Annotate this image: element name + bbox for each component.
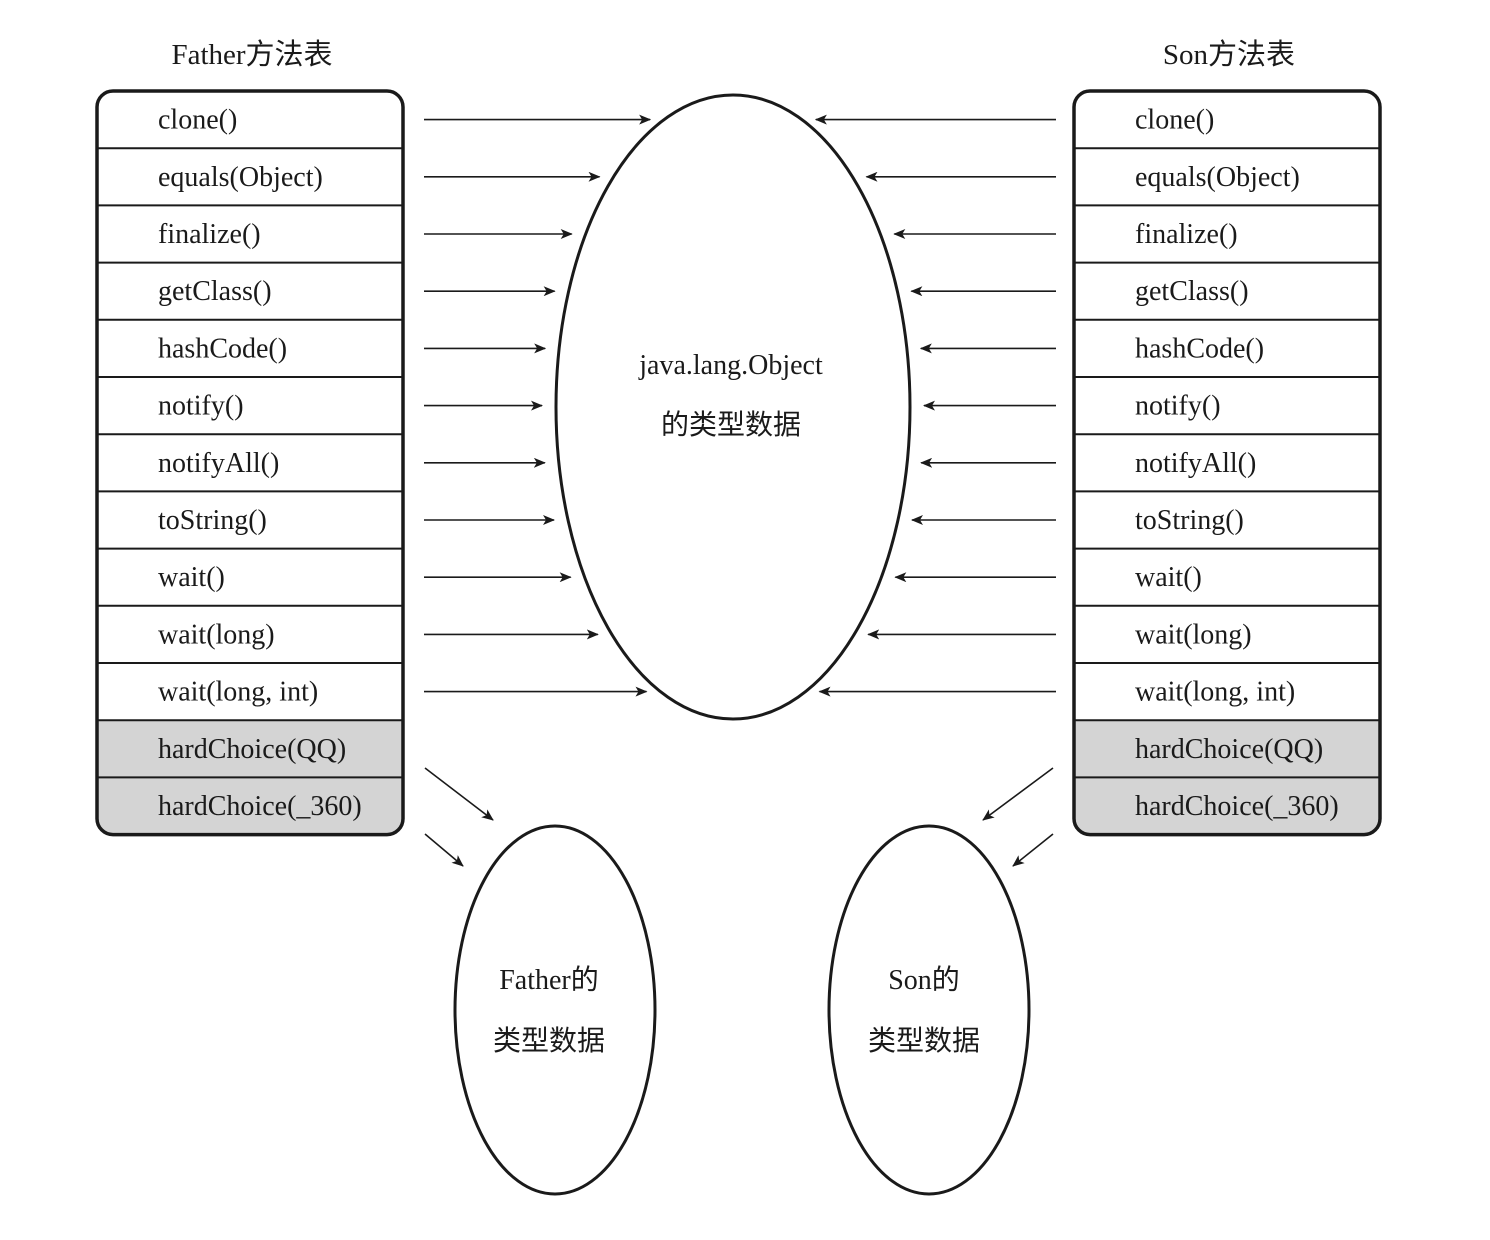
father-to-object-arrows xyxy=(424,114,652,697)
father-method-table: clone() equals(Object) finalize() getClass(… xyxy=(95,89,405,837)
son-hardchoice-qq-arrow xyxy=(982,767,1054,821)
diagram-canvas: Father方法表 Son方法表 clone() equals(Object) fi… xyxy=(0,0,1490,1240)
father-hardchoice-360-arrow xyxy=(424,833,464,867)
son-hardchoice-360-arrow xyxy=(1012,833,1054,867)
father-table-title: Father方法表 xyxy=(171,38,332,71)
son-table-row-label: equals(Object) xyxy=(1135,162,1300,193)
father-table-row-label: getClass() xyxy=(158,276,272,307)
object-node-line2: 的类型数据 xyxy=(661,409,801,441)
father-node-line2: 类型数据 xyxy=(493,1025,605,1057)
object-node-line1: java.lang.Object xyxy=(638,350,823,381)
son-table-row-label: hardChoice(_360) xyxy=(1135,791,1339,822)
father-table-row-label: wait(long, int) xyxy=(158,677,318,708)
son-table-row-label: notify() xyxy=(1135,391,1221,422)
method-table-diagram: Father方法表 Son方法表 clone() equals(Object) fi… xyxy=(95,38,1382,1196)
son-table-row-label: getClass() xyxy=(1135,276,1249,307)
son-table-row-label: wait(long, int) xyxy=(1135,677,1295,708)
father-table-row-label: notifyAll() xyxy=(158,448,279,479)
son-table-row-label: wait(long) xyxy=(1135,619,1252,650)
father-table-row-label: hardChoice(_360) xyxy=(158,791,362,822)
father-table-row-label: wait(long) xyxy=(158,619,275,650)
father-type-data-ellipse xyxy=(453,824,657,1196)
son-table-row-label: toString() xyxy=(1135,505,1244,536)
father-table-row-label: notify() xyxy=(158,391,244,422)
son-table-title: Son方法表 xyxy=(1163,38,1295,71)
son-type-data-ellipse xyxy=(827,824,1031,1196)
son-table-row-label: hashCode() xyxy=(1135,333,1264,364)
son-table-row-label: hardChoice(QQ) xyxy=(1135,734,1323,765)
father-table-row-label: finalize() xyxy=(158,219,261,250)
son-table-row-label: wait() xyxy=(1135,562,1202,593)
son-table-row-label: clone() xyxy=(1135,105,1214,136)
father-hardchoice-qq-arrow xyxy=(424,767,494,821)
father-table-row-label: equals(Object) xyxy=(158,162,323,193)
son-to-object-arrows xyxy=(814,114,1056,697)
father-node-line1: Father的 xyxy=(499,964,599,996)
son-method-table: clone() equals(Object) finalize() getClass(… xyxy=(1072,89,1382,837)
son-node-line2: 类型数据 xyxy=(868,1025,980,1057)
son-table-row-label: notifyAll() xyxy=(1135,448,1256,479)
father-table-row-label: hardChoice(QQ) xyxy=(158,734,346,765)
father-table-row-label: wait() xyxy=(158,562,225,593)
object-type-data-ellipse xyxy=(554,93,912,721)
father-table-row-label: toString() xyxy=(158,505,267,536)
father-table-row-label: hashCode() xyxy=(158,333,287,364)
father-table-row-label: clone() xyxy=(158,105,237,136)
son-table-row-label: finalize() xyxy=(1135,219,1238,250)
son-node-line1: Son的 xyxy=(888,964,960,996)
